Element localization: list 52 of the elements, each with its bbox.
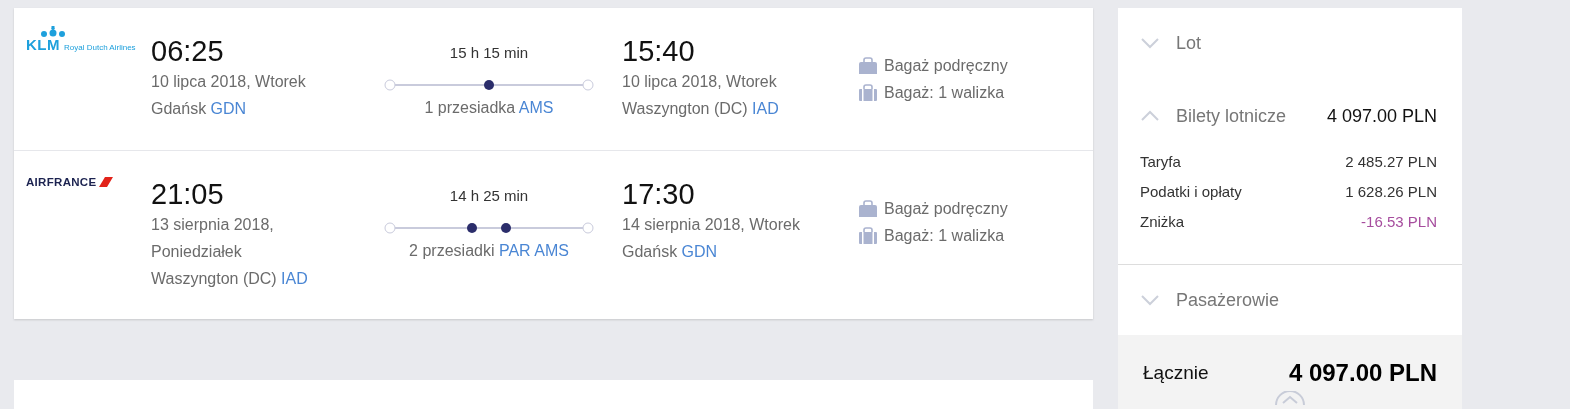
crown-icon [40, 26, 66, 38]
suitcase-icon [858, 83, 878, 102]
city-name: Gdańsk [151, 100, 207, 117]
time: 15:40 [622, 34, 696, 68]
airport-code[interactable]: IAD [752, 100, 779, 117]
city-name: Waszyngton (DC) [622, 100, 748, 117]
price-amount: 1 628.26 PLN [1345, 182, 1437, 200]
chevron-up-icon[interactable] [1140, 110, 1160, 122]
time: 17:30 [622, 177, 696, 211]
bag-icon [858, 199, 878, 218]
section-title[interactable]: Bilety lotnicze [1176, 105, 1327, 127]
section-title[interactable]: Lot [1176, 32, 1437, 54]
price-label: Podatki i opłaty [1140, 182, 1242, 200]
total-label: Łącznie [1143, 362, 1209, 384]
stops-count: 2 przesiadki [409, 242, 495, 259]
price-label: Taryfa [1140, 152, 1181, 170]
date: 14 sierpnia 2018, Wtorek [622, 215, 801, 235]
airline-logo-text: AIRFRANCE [26, 176, 97, 188]
duration: 15 h 15 min [449, 44, 529, 62]
baggage-label: Bagaż: 1 walizka [884, 226, 1005, 245]
section-title[interactable]: Pasażerowie [1176, 289, 1437, 311]
baggage-label: Bagaż podręczny [884, 199, 1008, 218]
airline-logo-text: KLM [26, 38, 60, 52]
chevron-down-icon[interactable] [1140, 37, 1160, 49]
airport-code[interactable]: PAR [498, 242, 531, 259]
airport-code[interactable]: GDN [210, 100, 247, 117]
stops-count: 1 przesiadka [424, 99, 516, 116]
airport-code[interactable]: GDN [681, 243, 718, 260]
date: 10 lipca 2018, Wtorek [151, 72, 307, 92]
bag-icon [858, 56, 878, 75]
date: 13 sierpnia 2018, Poniedziałek [151, 215, 275, 262]
airport-code[interactable]: IAD [281, 270, 308, 287]
scroll-up-icon[interactable] [1275, 391, 1305, 405]
price-label: Zniżka [1140, 212, 1185, 230]
airport-code[interactable]: AMS [534, 242, 569, 259]
total-amount: 4 097.00 PLN [1288, 359, 1437, 387]
slash-icon [99, 177, 114, 187]
airline-tagline: Royal Dutch Airlines [64, 43, 136, 52]
chevron-down-icon[interactable] [1140, 294, 1160, 306]
baggage-label: Bagaż: 1 walizka [884, 83, 1005, 102]
baggage-label: Bagaż podręczny [884, 56, 1008, 75]
price-amount: 2 485.27 PLN [1345, 152, 1437, 170]
duration: 14 h 25 min [449, 187, 529, 205]
time: 06:25 [151, 34, 225, 68]
city-name: Gdańsk [622, 243, 678, 260]
price-amount: -16.53 PLN [1361, 212, 1437, 230]
city-name: Waszyngton (DC) [151, 270, 277, 287]
section-amount: 4 097.00 PLN [1326, 105, 1437, 127]
time: 21:05 [151, 177, 225, 211]
airport-code[interactable]: AMS [518, 99, 554, 116]
date: 10 lipca 2018, Wtorek [622, 72, 778, 92]
suitcase-icon [858, 226, 878, 245]
